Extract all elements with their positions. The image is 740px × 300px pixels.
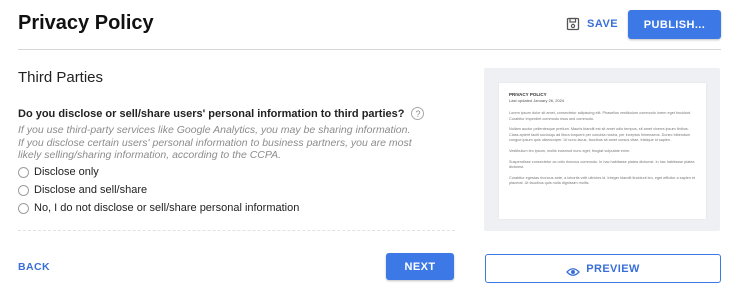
- document-preview-panel: PRIVACY POLICY Last updated January 26, …: [484, 68, 720, 231]
- question-text: Do you disclose or sell/share users' per…: [18, 107, 405, 120]
- header-divider: [18, 49, 721, 50]
- option-disclose-only[interactable]: Disclose only: [18, 166, 99, 178]
- question-hint: If you use third-party services like Goo…: [18, 124, 412, 161]
- option-disclose-and-sell[interactable]: Disclose and sell/share: [18, 184, 147, 196]
- eye-icon: [566, 264, 581, 276]
- form-divider: [18, 230, 455, 231]
- option-label: No, I do not disclose or sell/share pers…: [34, 202, 300, 214]
- help-icon[interactable]: ?: [411, 107, 425, 120]
- option-label: Disclose and sell/share: [34, 184, 148, 196]
- page-title: Privacy Policy: [18, 12, 154, 34]
- doc-paragraph: Vestibulum leo ipsum, mollis euismod nun…: [509, 148, 631, 153]
- radio-button[interactable]: [18, 166, 29, 178]
- save-button-label: SAVE: [587, 18, 619, 30]
- preview-button-label: PREVIEW: [586, 262, 640, 275]
- option-no-disclose[interactable]: No, I do not disclose or sell/share pers…: [18, 202, 299, 214]
- preview-button[interactable]: PREVIEW: [485, 254, 721, 283]
- save-icon: [566, 17, 580, 31]
- doc-paragraph: Lorem ipsum dolor sit amet, consectetur …: [509, 111, 692, 121]
- next-button[interactable]: NEXT: [386, 253, 454, 280]
- option-label: Disclose only: [34, 166, 99, 178]
- radio-button[interactable]: [18, 202, 29, 214]
- doc-paragraph: Suspendisse consectetur ac odio rhoncus …: [509, 159, 695, 170]
- doc-date: Last updated January 26, 2024: [509, 98, 565, 103]
- section-title: Third Parties: [18, 69, 104, 86]
- document-preview: PRIVACY POLICY Last updated January 26, …: [499, 83, 706, 219]
- radio-button[interactable]: [18, 184, 29, 196]
- question: Do you disclose or sell/share users' per…: [18, 107, 425, 120]
- publish-button[interactable]: PUBLISH...: [628, 10, 721, 39]
- doc-paragraph: Nullam auctor pellentesque pretium. Maur…: [509, 127, 691, 143]
- save-button[interactable]: SAVE: [566, 14, 618, 34]
- back-button[interactable]: BACK: [18, 261, 50, 273]
- doc-paragraph: Curabitur egestas rhoncus ante, a lobort…: [509, 175, 696, 186]
